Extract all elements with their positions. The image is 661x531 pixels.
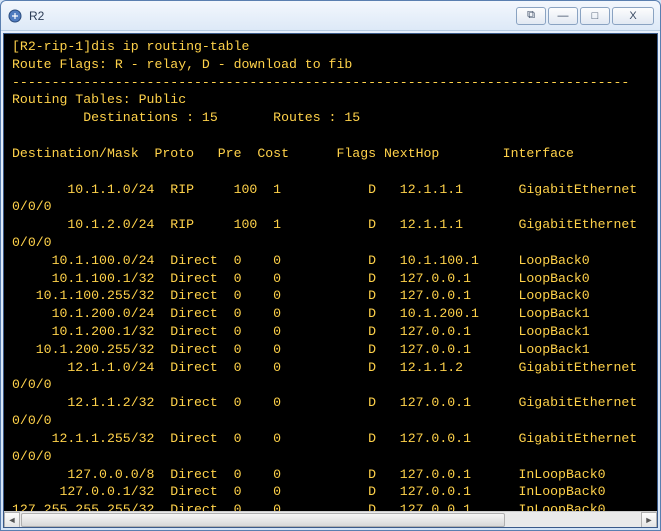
horizontal-scrollbar[interactable]: ◄ ► xyxy=(4,511,657,527)
scrollbar-track[interactable] xyxy=(20,512,641,528)
scrollbar-thumb[interactable] xyxy=(21,513,505,527)
close-button[interactable]: X xyxy=(612,7,654,25)
maximize-button[interactable]: □ xyxy=(580,7,610,25)
window-controls: ⧉ — □ X xyxy=(516,7,654,25)
minimize-button[interactable]: — xyxy=(548,7,578,25)
window-title: R2 xyxy=(29,9,516,23)
scroll-right-button[interactable]: ► xyxy=(641,512,657,528)
titlebar[interactable]: R2 ⧉ — □ X xyxy=(1,1,660,31)
terminal-container: [R2-rip-1]dis ip routing-table Route Fla… xyxy=(3,33,658,528)
scroll-left-button[interactable]: ◄ xyxy=(4,512,20,528)
terminal-output[interactable]: [R2-rip-1]dis ip routing-table Route Fla… xyxy=(4,34,657,511)
restore-down-button[interactable]: ⧉ xyxy=(516,7,546,25)
router-icon xyxy=(7,8,23,24)
app-window: R2 ⧉ — □ X [R2-rip-1]dis ip routing-tabl… xyxy=(0,0,661,531)
